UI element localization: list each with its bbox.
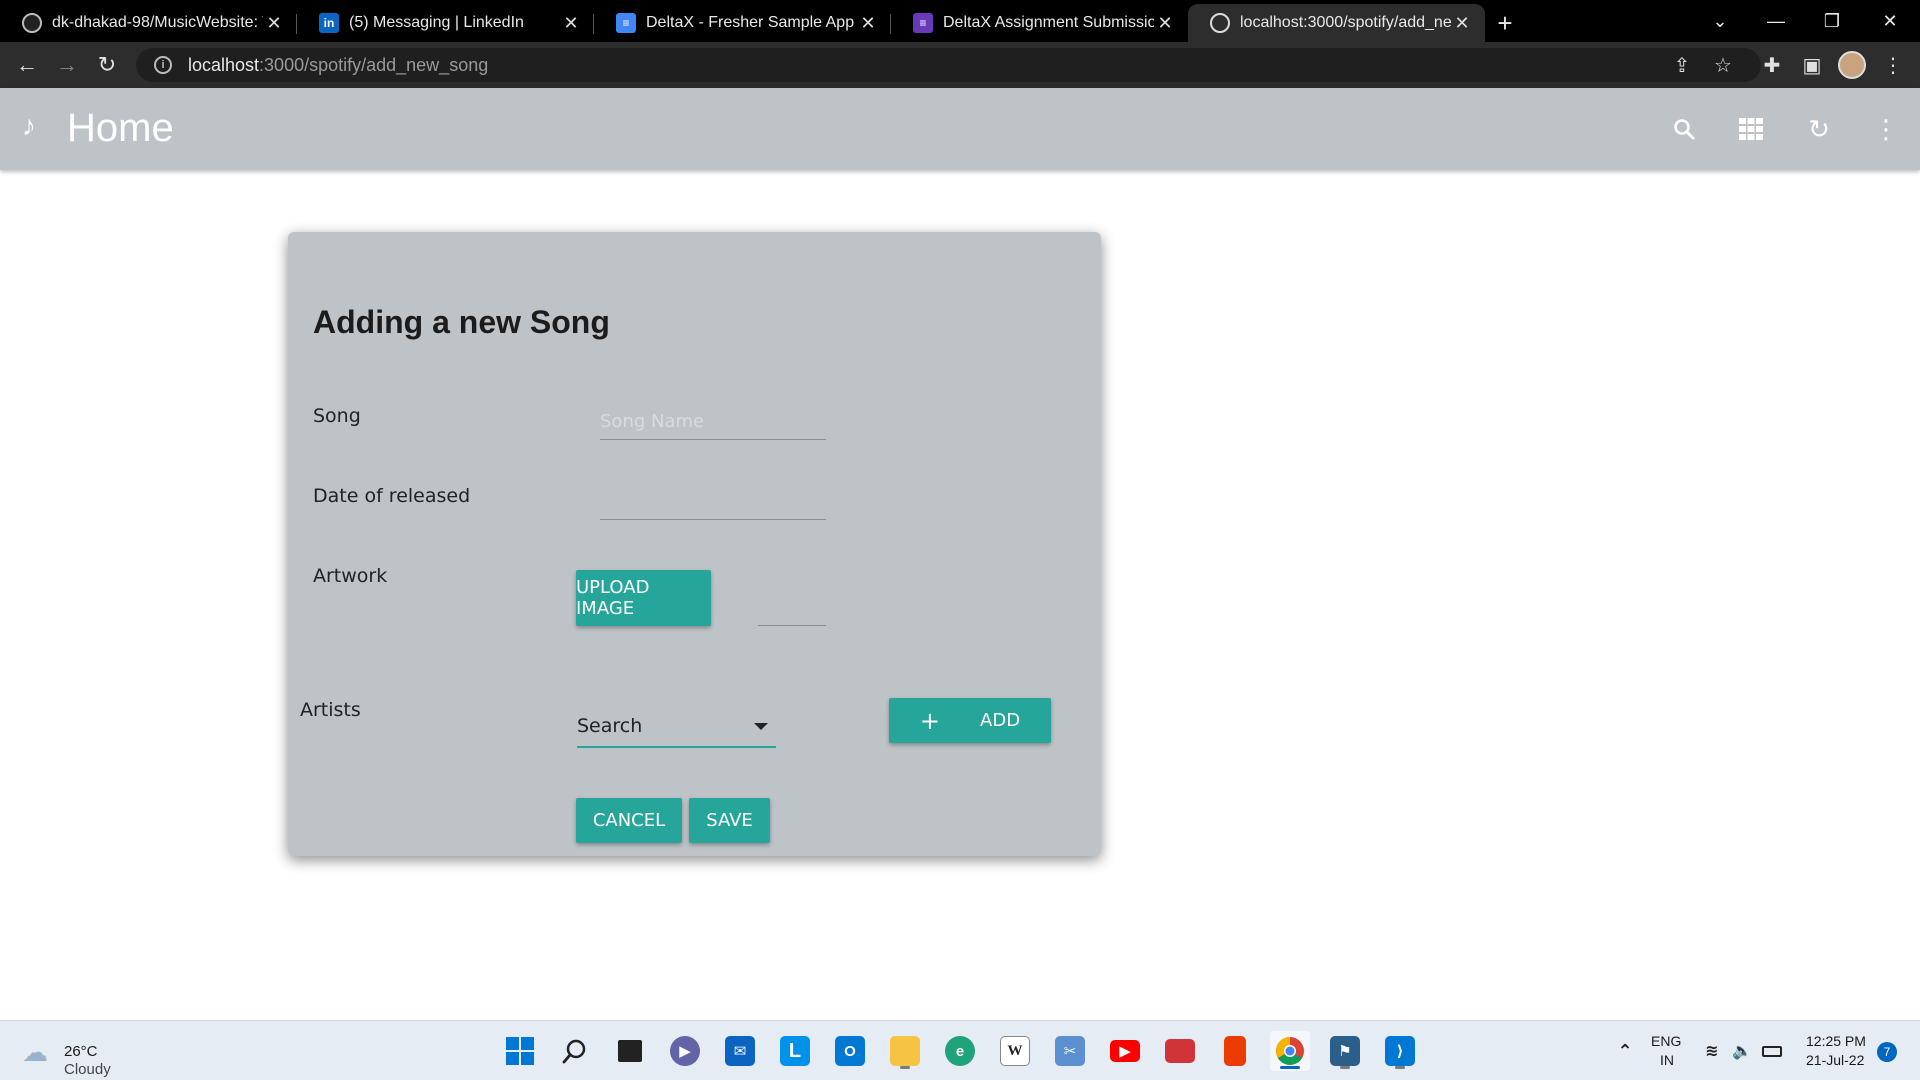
start-icon[interactable]	[500, 1031, 540, 1071]
tab-title: DeltaX Assignment Submission -	[943, 14, 1154, 31]
caret-down-icon	[754, 722, 768, 730]
weather-desc: Cloudy	[64, 1061, 111, 1078]
page-title[interactable]: Home	[67, 106, 174, 151]
github-icon	[22, 13, 42, 33]
news-app-icon[interactable]	[1160, 1031, 1200, 1071]
search-icon[interactable]	[555, 1031, 595, 1071]
apps-grid-icon[interactable]	[1734, 112, 1768, 146]
l-app-icon[interactable]: L	[775, 1031, 815, 1071]
add-artist-label: ADD	[980, 710, 1021, 731]
browser-tab-strip: dk-dhakad-98/MusicWebsite: Th ✕ in (5) M…	[0, 0, 1920, 42]
tab-title: localhost:3000/spotify/add_new_	[1240, 14, 1451, 31]
tab-search-icon[interactable]: ⌄	[1692, 0, 1748, 42]
mail-icon[interactable]: ✉	[720, 1031, 760, 1071]
side-panel-icon[interactable]: ▣	[1797, 50, 1827, 80]
youtube-icon[interactable]: ▶	[1105, 1031, 1145, 1071]
extensions-icon[interactable]: ✚	[1757, 50, 1787, 80]
browser-toolbar: ← → ↻ i localhost:3000/spotify/add_new_s…	[0, 42, 1920, 88]
battery-icon[interactable]	[1758, 1031, 1786, 1071]
tab-close-icon[interactable]: ✕	[857, 13, 879, 34]
weather-widget[interactable]: ☁ 26°C Cloudy	[22, 1031, 142, 1078]
browser-tab[interactable]: dk-dhakad-98/MusicWebsite: Th ✕	[0, 4, 297, 42]
app-bar: ♪ Home ↻ ⋮	[0, 88, 1920, 170]
forward-icon[interactable]: →	[52, 50, 82, 80]
weather-temp: 26°C	[64, 1043, 98, 1060]
release-date-input[interactable]	[600, 484, 826, 520]
chevron-up-icon[interactable]: ⌃	[1605, 1031, 1645, 1071]
back-icon[interactable]: ←	[12, 50, 42, 80]
plus-icon: +	[919, 706, 941, 735]
upload-image-button[interactable]: UPLOAD IMAGE	[576, 570, 711, 626]
search-icon[interactable]	[1667, 112, 1701, 146]
wifi-icon[interactable]: ≋	[1698, 1031, 1726, 1071]
outlook-icon[interactable]: O	[830, 1031, 870, 1071]
url-path: :3000/spotify/add_new_song	[259, 54, 489, 75]
clock-date: 21-Jul-22	[1806, 1052, 1865, 1068]
office-icon[interactable]	[1215, 1031, 1255, 1071]
tab-close-icon[interactable]: ✕	[263, 13, 285, 34]
artists-select-value: Search	[577, 715, 643, 737]
tab-title: DeltaX - Fresher Sample App - Sp	[646, 14, 857, 31]
edge-icon[interactable]: e	[940, 1031, 980, 1071]
song-name-input[interactable]	[600, 404, 826, 440]
linkedin-icon: in	[319, 13, 339, 33]
globe-icon	[1210, 13, 1230, 33]
clock-time: 12:25 PM	[1806, 1033, 1866, 1049]
new-tab-button[interactable]: +	[1485, 4, 1525, 42]
tab-close-icon[interactable]: ✕	[560, 13, 582, 34]
profile-avatar[interactable]	[1838, 51, 1866, 79]
add-song-card: Adding a new Song Song Date of released …	[288, 232, 1101, 856]
volume-icon[interactable]: 🔈	[1728, 1031, 1756, 1071]
refresh-icon[interactable]: ↻	[1802, 112, 1836, 146]
file-explorer-icon[interactable]	[885, 1031, 925, 1071]
browser-tab[interactable]: ≡ DeltaX - Fresher Sample App - Sp ✕	[594, 4, 891, 42]
reload-icon[interactable]: ↻	[92, 50, 122, 80]
clock[interactable]: 12:25 PM 21-Jul-22	[1800, 1031, 1880, 1071]
mysql-workbench-icon[interactable]: ⚑	[1325, 1031, 1365, 1071]
music-note-icon: ♪	[22, 110, 36, 141]
artists-select[interactable]: Search	[577, 706, 776, 748]
language-indicator[interactable]: ENG IN	[1648, 1031, 1688, 1071]
more-vert-icon[interactable]: ⋮	[1869, 112, 1903, 146]
site-info-icon[interactable]: i	[154, 56, 172, 74]
tab-title: (5) Messaging | LinkedIn	[349, 14, 524, 31]
form-heading: Adding a new Song	[313, 304, 610, 340]
tab-close-icon[interactable]: ✕	[1154, 13, 1176, 34]
minimize-button[interactable]: —	[1748, 0, 1804, 42]
save-button[interactable]: SAVE	[689, 798, 770, 843]
language-bottom: IN	[1660, 1052, 1674, 1068]
browser-tab-active[interactable]: localhost:3000/spotify/add_new_ ✕	[1188, 4, 1485, 42]
browser-tab[interactable]: ≡ DeltaX Assignment Submission - ✕	[891, 4, 1188, 42]
url-host: localhost	[188, 54, 260, 75]
vscode-icon[interactable]: ⟩	[1380, 1031, 1420, 1071]
tab-title: dk-dhakad-98/MusicWebsite: Th	[52, 14, 263, 31]
wikipedia-icon[interactable]: W	[995, 1031, 1035, 1071]
address-bar[interactable]: i localhost:3000/spotify/add_new_song	[136, 48, 1761, 82]
artists-label: Artists	[300, 699, 361, 721]
windows-taskbar: ☁ 26°C Cloudy ▶ ✉ L O e W ✂ ▶ ⚑ ⟩ ⌃ ENG …	[0, 1020, 1920, 1080]
bookmark-star-icon[interactable]: ☆	[1708, 50, 1738, 80]
cancel-button[interactable]: CANCEL	[576, 798, 682, 843]
forms-icon: ≡	[913, 13, 933, 33]
chrome-icon[interactable]	[1270, 1031, 1310, 1071]
notification-badge[interactable]: 7	[1877, 1042, 1897, 1062]
tab-close-icon[interactable]: ✕	[1451, 13, 1473, 34]
artwork-label: Artwork	[313, 565, 388, 587]
teams-chat-icon[interactable]: ▶	[665, 1031, 705, 1071]
share-icon[interactable]: ⇪	[1667, 50, 1697, 80]
add-artist-button[interactable]: + ADD	[889, 698, 1051, 743]
cloud-icon: ☁	[22, 1037, 48, 1067]
task-view-icon[interactable]	[610, 1031, 650, 1071]
browser-tab[interactable]: in (5) Messaging | LinkedIn ✕	[297, 4, 594, 42]
file-path-field[interactable]	[758, 625, 826, 626]
restore-button[interactable]: ❐	[1804, 0, 1860, 42]
snipping-tool-icon[interactable]: ✂	[1050, 1031, 1090, 1071]
docs-icon: ≡	[616, 13, 636, 33]
close-window-button[interactable]: ✕	[1862, 0, 1918, 42]
browser-menu-icon[interactable]: ⋮	[1878, 50, 1908, 80]
language-top: ENG	[1651, 1033, 1682, 1049]
release-date-label: Date of released	[313, 485, 471, 507]
song-label: Song	[313, 405, 361, 427]
